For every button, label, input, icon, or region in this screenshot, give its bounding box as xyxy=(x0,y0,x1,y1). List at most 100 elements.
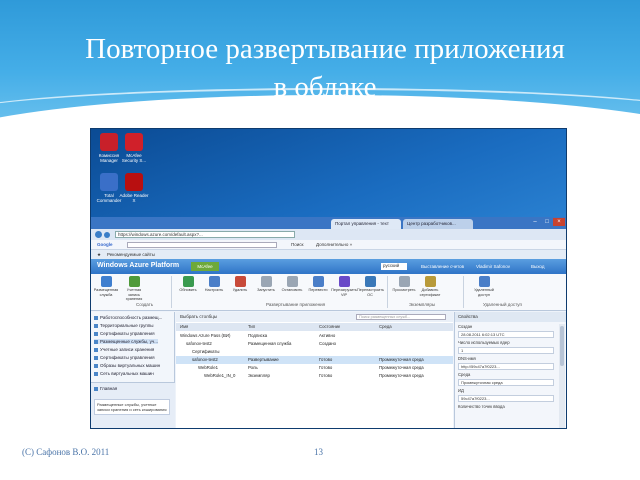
mcafee-badge[interactable]: McAfee xyxy=(191,262,219,271)
ribbon-swap-button[interactable]: Перевести xyxy=(305,276,331,293)
ribbon-os-button[interactable]: Перенастроить ОС xyxy=(357,276,384,297)
folder-icon xyxy=(94,355,98,360)
favorites-item[interactable]: Рекомендуемые сайты xyxy=(107,252,155,257)
slide-title-line1: Повторное развертывание приложения xyxy=(85,33,565,65)
slide-footer-author: (C) Сафонов В.О. 2011 xyxy=(22,447,110,457)
forward-icon[interactable] xyxy=(104,232,110,238)
prop-value[interactable]: 28.08.2011 6:02:13 UTC xyxy=(458,331,554,338)
slide-title: Повторное развертывание приложения в обл… xyxy=(30,30,620,106)
table-row[interactable]: Сертификаты xyxy=(176,348,453,356)
google-more-link[interactable]: Дополнительно » xyxy=(316,242,352,247)
prop-value[interactable]: 59c47a7f0223... xyxy=(458,395,554,402)
ribbon-separator xyxy=(387,276,388,308)
cell-type: Размещенная служба xyxy=(248,341,292,346)
ribbon-upgrade-button[interactable]: Обновить xyxy=(175,276,201,293)
ribbon-configure-button[interactable]: Настроить xyxy=(201,276,227,293)
folder-icon xyxy=(94,315,98,320)
browser-tabbar: Портал управления - теxт Центр разработч… xyxy=(91,217,566,229)
desktop-icon[interactable]: Adobe Reader X xyxy=(118,173,150,203)
browser-tab-portal[interactable]: Портал управления - теxт xyxy=(331,219,401,229)
swap-icon xyxy=(312,276,324,287)
os-icon xyxy=(364,276,376,287)
grid-search-input[interactable]: Поиск размещенных служб... xyxy=(356,314,446,320)
table-row[interactable]: WebRole1 Роль Готово Промежуточная среда xyxy=(176,364,453,372)
properties-title: Свойства xyxy=(455,312,566,322)
user-link[interactable]: Vladimir Safonov xyxy=(476,264,510,269)
ribbon-start-button[interactable]: Запустить xyxy=(253,276,279,293)
start-icon xyxy=(260,276,272,287)
prop-value[interactable]: 1 xyxy=(458,347,554,354)
nav-home[interactable]: Главная xyxy=(94,386,117,391)
table-row[interactable]: safonov-test2 Размещенная служба Создано xyxy=(176,340,453,348)
google-search-button[interactable]: Поиск xyxy=(291,242,303,247)
ribbon-new-storage-button[interactable]: Учетная запись хранения xyxy=(121,276,147,302)
folder-icon xyxy=(94,331,98,336)
ribbon-button-label: Запустить xyxy=(257,288,275,292)
ribbon-new-service-button[interactable]: Размещенная служба xyxy=(93,276,119,297)
back-icon[interactable] xyxy=(95,231,102,238)
ribbon-button-label: Удаленный доступ xyxy=(474,288,494,297)
nav-hint[interactable]: Размещенные службы, учетные записи хране… xyxy=(94,399,170,415)
cell-name: Windows Azure Pass (ВИ) xyxy=(180,333,231,338)
ribbon-button-label: Просмотреть xyxy=(392,288,416,292)
properties-scrollbar[interactable] xyxy=(559,324,565,428)
address-bar: https://windows.azure.com/default.aspx?.… xyxy=(91,229,566,240)
ribbon-remote-button[interactable]: Удаленный доступ xyxy=(471,276,497,297)
cell-status: Готово xyxy=(319,357,333,362)
cell-type: Экземпляр xyxy=(248,373,270,378)
ribbon-toolbar: Размещенная служба Учетная запись хранен… xyxy=(91,274,566,311)
language-select[interactable]: русский xyxy=(381,263,407,270)
column-header[interactable]: Имя xyxy=(180,324,188,329)
nav-item[interactable]: Сертификаты управления xyxy=(94,331,155,336)
prop-value[interactable]: Промежуточная среда xyxy=(458,379,554,386)
portal-logo: Windows Azure Platform xyxy=(97,262,180,269)
column-header[interactable]: Состояние xyxy=(319,324,340,329)
nav-item[interactable]: Сеть виртуальных машин xyxy=(94,371,154,376)
column-header[interactable]: Среда xyxy=(379,324,392,329)
app-red-icon xyxy=(100,133,118,151)
scrollbar-thumb[interactable] xyxy=(560,326,564,366)
nav-item-selected[interactable]: Размещенные службы, уч... xyxy=(94,339,158,344)
prop-label: Количество точек ввода xyxy=(458,404,505,409)
embedded-screenshot: Комиссия Manager McAfee Security S... To… xyxy=(90,128,567,429)
nav-pane: Работоспособность размещ... Территориаль… xyxy=(91,312,175,428)
cell-type: Роль xyxy=(248,365,258,370)
nav-item[interactable]: Сертификаты управления xyxy=(94,355,155,360)
ribbon-view-button[interactable]: Просмотреть xyxy=(391,276,417,293)
nav-item[interactable]: Работоспособность размещ... xyxy=(94,315,162,320)
url-input[interactable]: https://windows.azure.com/default.aspx?.… xyxy=(115,231,295,238)
grid-header: Имя Тип Состояние Среда xyxy=(176,323,453,331)
prop-label: DNS-имя xyxy=(458,356,476,361)
upgrade-icon xyxy=(182,276,194,287)
nav-item-label: Территориальные группы xyxy=(100,323,154,328)
table-row[interactable]: Windows Azure Pass (ВИ) Подписка Активно xyxy=(176,332,453,340)
favorites-star-icon[interactable]: ★ xyxy=(97,252,101,258)
google-search-input[interactable] xyxy=(127,242,277,248)
nav-item[interactable]: Учетные записи хранения xyxy=(94,347,154,352)
prop-value[interactable]: http://59c47a7f0223... xyxy=(458,363,554,370)
billing-link[interactable]: Выставление счетов xyxy=(421,264,464,269)
ribbon-reboot-vip-button[interactable]: Перезагрузить VIP xyxy=(331,276,357,297)
column-header[interactable]: Тип xyxy=(248,324,255,329)
nav-bottom: Главная Размещенные службы, учетные запи… xyxy=(91,382,175,428)
desktop-icon-label: McAfee Security S... xyxy=(121,153,147,163)
table-row-selected[interactable]: safonov-test2 Развертывание Готово Проме… xyxy=(176,356,453,364)
browser-tab-dev[interactable]: Центр разработчиков... xyxy=(403,219,473,229)
close-icon[interactable]: × xyxy=(553,218,565,226)
choose-columns-button[interactable]: Выбрать столбцы xyxy=(180,314,217,319)
desktop-icon[interactable]: McAfee Security S... xyxy=(118,133,150,163)
favorites-bar: ★ Рекомендуемые сайты xyxy=(91,250,566,259)
ribbon-group-label: Создать xyxy=(136,302,154,307)
folder-icon xyxy=(94,347,98,352)
ribbon-add-cert-button[interactable]: Добавить сертификат xyxy=(417,276,443,297)
ribbon-stop-button[interactable]: Остановить xyxy=(279,276,305,293)
maximize-icon[interactable]: □ xyxy=(541,218,553,226)
nav-item-label: Работоспособность размещ... xyxy=(100,315,163,320)
nav-item[interactable]: Образы виртуальных машин xyxy=(94,363,160,368)
nav-item[interactable]: Территориальные группы xyxy=(94,323,153,328)
logout-link[interactable]: Выход xyxy=(531,264,544,269)
table-row[interactable]: WebRole1_IN_0 Экземпляр Готово Промежуто… xyxy=(176,372,453,380)
ribbon-delete-button[interactable]: Удалить xyxy=(227,276,253,293)
minimize-icon[interactable]: – xyxy=(529,218,541,226)
pdf-icon xyxy=(125,173,143,191)
